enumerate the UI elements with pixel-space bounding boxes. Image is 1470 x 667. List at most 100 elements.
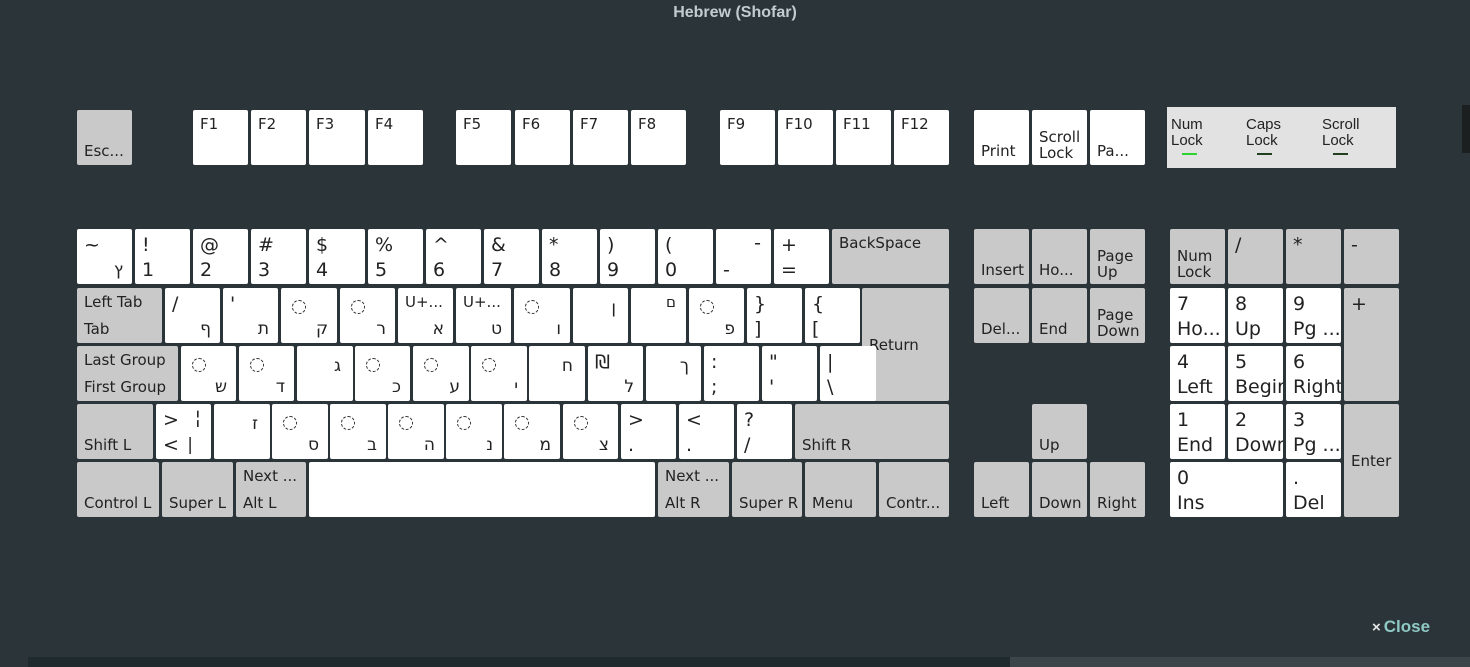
key-x[interactable]: ס [272,404,328,459]
key-kp-sub[interactable]: - [1344,229,1399,284]
key-g[interactable]: ע [413,346,469,401]
key-kp7[interactable]: 7 Ho... [1170,288,1225,343]
key-i[interactable]: ן [573,288,628,343]
key-s[interactable]: ד [239,346,294,401]
key-f11[interactable]: F11 [836,110,891,165]
key-5[interactable]: % 5 [368,229,423,284]
key-delete[interactable]: Del... [974,288,1029,343]
key-comma[interactable]: >. [621,404,676,459]
key-p[interactable]: פ [689,288,744,343]
key-shift-r[interactable]: Shift R [795,404,949,459]
key-kp9[interactable]: 9 Pg ... [1286,288,1341,343]
key-semicolon[interactable]: :; [704,346,759,401]
key-0[interactable]: (0 [658,229,713,284]
key-tab[interactable]: Left Tab Tab [77,288,162,343]
key-f7[interactable]: F7 [573,110,628,165]
key-k[interactable]: ₪ ל [588,346,643,401]
key-left[interactable]: Left [974,462,1029,517]
key-a[interactable]: ש [181,346,236,401]
key-end[interactable]: End [1032,288,1087,343]
key-lbracket[interactable]: }] [747,288,802,343]
key-backspace[interactable]: BackSpace [832,229,949,284]
key-l[interactable]: ך [646,346,701,401]
key-r[interactable]: ר [340,288,395,343]
key-t[interactable]: U+... א [398,288,453,343]
key-minus[interactable]: -- [716,229,771,284]
key-u[interactable]: ו [514,288,570,343]
key-shift-l[interactable]: Shift L [77,404,153,459]
key-scroll-lock[interactable]: Scroll Lock [1032,110,1087,165]
key-3[interactable]: #3 [251,229,306,284]
key-numlock[interactable]: Num Lock [1170,229,1225,284]
key-f5[interactable]: F5 [456,110,511,165]
key-e[interactable]: ק [281,288,337,343]
key-pause[interactable]: Pa... [1090,110,1145,165]
key-b[interactable]: נ [446,404,502,459]
key-m[interactable]: צ [563,404,618,459]
key-menu[interactable]: Menu [805,462,876,517]
key-f3[interactable]: F3 [309,110,365,165]
key-kp5[interactable]: 5 Begin [1228,346,1283,401]
key-f10[interactable]: F10 [778,110,833,165]
key-v[interactable]: ה [388,404,444,459]
key-insert[interactable]: Insert [974,229,1029,284]
key-o[interactable]: ם [631,288,686,343]
key-q[interactable]: / ף [165,288,220,343]
key-pgup[interactable]: Page Up [1090,229,1145,284]
key-f1[interactable]: F1 [193,110,248,165]
key-8[interactable]: * 8 [542,229,597,284]
key-rbracket[interactable]: {[ [805,288,860,343]
key-kp-add[interactable]: + [1344,288,1399,401]
key-9[interactable]: ) 9 [600,229,655,284]
key-f2[interactable]: F2 [251,110,306,165]
key-y[interactable]: U+... ט [456,288,511,343]
key-kp-enter[interactable]: Enter [1344,404,1399,517]
key-kp-mul[interactable]: * [1286,229,1341,284]
key-pgdn[interactable]: Page Down [1090,288,1145,343]
key-up[interactable]: Up [1032,404,1087,459]
key-f8[interactable]: F8 [631,110,686,165]
key-f4[interactable]: F4 [368,110,423,165]
key-4[interactable]: $4 [309,229,365,284]
key-kp4[interactable]: 4 Left [1170,346,1225,401]
key-f6[interactable]: F6 [515,110,570,165]
key-7[interactable]: & 7 [484,229,539,284]
key-kp0[interactable]: 0 Ins [1170,462,1283,517]
key-equal[interactable]: + = [774,229,829,284]
key-kp-dec[interactable]: . Del [1286,462,1341,517]
key-h[interactable]: י [471,346,527,401]
key-kp-div[interactable]: / [1228,229,1283,284]
key-w[interactable]: ' ת [223,288,278,343]
key-grave[interactable]: ~ ץ [77,229,132,284]
key-home[interactable]: Ho... [1032,229,1087,284]
key-quote[interactable]: " ' [762,346,817,401]
key-alt-l[interactable]: Next ... Alt L [236,462,306,517]
key-space[interactable] [309,462,655,517]
key-lsgt[interactable]: > ¦ < | [156,404,211,459]
key-print[interactable]: Print [974,110,1029,165]
key-right[interactable]: Right [1090,462,1145,517]
key-z[interactable]: ז [214,404,270,459]
key-kp8[interactable]: 8 Up [1228,288,1283,343]
key-alt-r[interactable]: Next ... Alt R [658,462,729,517]
key-control-l[interactable]: Control L [77,462,159,517]
key-kp1[interactable]: 1 End [1170,404,1225,459]
close-button[interactable]: × Close [1372,617,1430,637]
key-f[interactable]: כ [355,346,410,401]
key-super-r[interactable]: Super R [732,462,802,517]
key-f9[interactable]: F9 [720,110,775,165]
key-period[interactable]: <. [679,404,734,459]
key-6[interactable]: ^ 6 [426,229,481,284]
key-2[interactable]: @2 [193,229,248,284]
key-kp2[interactable]: 2 Down [1228,404,1283,459]
key-kp3[interactable]: 3 Pg ... [1286,404,1341,459]
key-c[interactable]: ב [330,404,386,459]
key-caps[interactable]: Last Group First Group [77,346,178,401]
key-slash[interactable]: ? / [737,404,792,459]
key-n[interactable]: מ [504,404,560,459]
key-backslash[interactable]: | \ [820,346,876,401]
key-d[interactable]: ג [297,346,353,401]
key-control-r[interactable]: Contr... [879,462,949,517]
key-j[interactable]: ח [529,346,585,401]
key-super-l[interactable]: Super L [162,462,233,517]
